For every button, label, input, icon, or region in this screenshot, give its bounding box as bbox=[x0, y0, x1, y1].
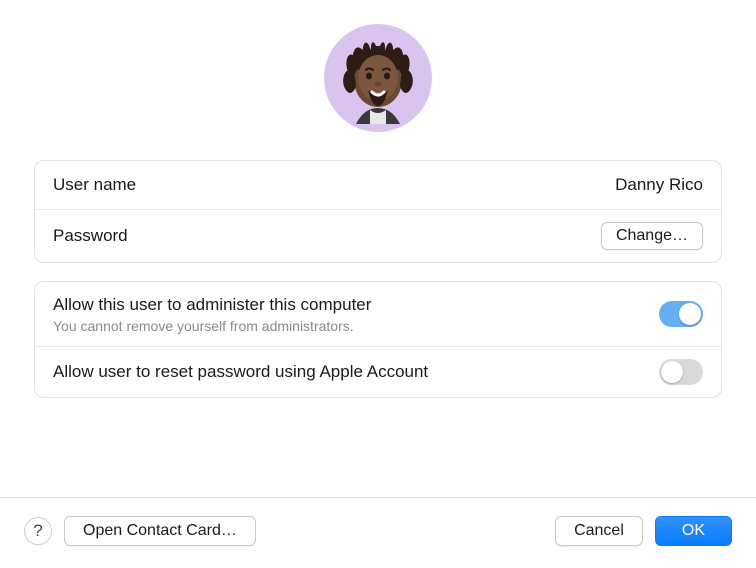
help-icon: ? bbox=[33, 521, 42, 541]
admin-text: Allow this user to administer this compu… bbox=[53, 294, 371, 334]
admin-row: Allow this user to administer this compu… bbox=[35, 282, 721, 346]
admin-label: Allow this user to administer this compu… bbox=[53, 294, 371, 316]
user-avatar[interactable] bbox=[324, 24, 432, 132]
admin-sublabel: You cannot remove yourself from administ… bbox=[53, 318, 371, 334]
cancel-button[interactable]: Cancel bbox=[555, 516, 643, 546]
ok-button[interactable]: OK bbox=[655, 516, 732, 546]
toggle-knob bbox=[661, 361, 683, 383]
username-label: User name bbox=[53, 174, 136, 196]
dialog-content: User name Danny Rico Password Change… Al… bbox=[0, 0, 756, 497]
reset-password-row: Allow user to reset password using Apple… bbox=[35, 346, 721, 397]
reset-toggle[interactable] bbox=[659, 359, 703, 385]
admin-toggle[interactable] bbox=[659, 301, 703, 327]
toggle-knob bbox=[679, 303, 701, 325]
username-row: User name Danny Rico bbox=[35, 161, 721, 209]
username-value: Danny Rico bbox=[615, 175, 703, 195]
password-label: Password bbox=[53, 225, 128, 247]
dialog-footer: ? Open Contact Card… Cancel OK bbox=[0, 497, 756, 568]
user-settings-dialog: User name Danny Rico Password Change… Al… bbox=[0, 0, 756, 568]
help-button[interactable]: ? bbox=[24, 517, 52, 545]
open-contact-card-button[interactable]: Open Contact Card… bbox=[64, 516, 256, 546]
permissions-section: Allow this user to administer this compu… bbox=[34, 281, 722, 398]
change-password-button[interactable]: Change… bbox=[601, 222, 703, 250]
avatar-icon bbox=[326, 26, 430, 130]
reset-label: Allow user to reset password using Apple… bbox=[53, 361, 428, 383]
password-row: Password Change… bbox=[35, 209, 721, 262]
user-info-section: User name Danny Rico Password Change… bbox=[34, 160, 722, 263]
